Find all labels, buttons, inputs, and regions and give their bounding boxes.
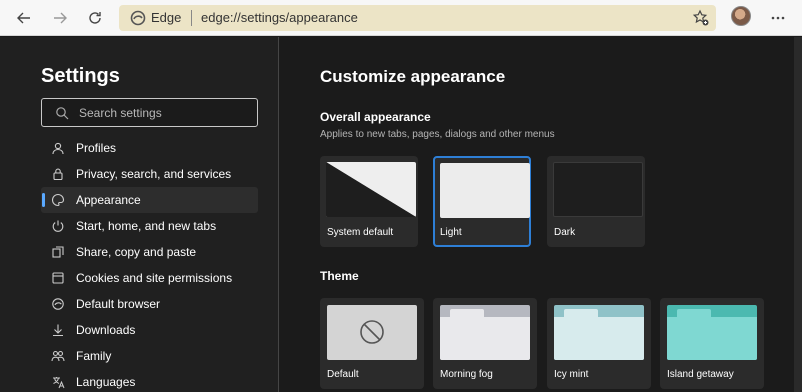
more-button[interactable] (764, 4, 792, 32)
option-label: Icy mint (554, 369, 589, 380)
settings-title: Settings (41, 65, 120, 87)
folder-body (667, 317, 757, 360)
settings-sidebar: Settings Search settings Profiles Privac… (0, 37, 279, 392)
folder-body (554, 317, 644, 360)
sidebar-item-default-browser[interactable]: Default browser (41, 291, 258, 317)
folder-tab (450, 309, 484, 317)
forward-arrow-icon (54, 12, 67, 24)
main-content: Customize appearance Overall appearance … (280, 37, 794, 392)
appearance-option-light[interactable]: Light (433, 156, 531, 247)
url-text[interactable]: edge://settings/appearance (201, 10, 358, 25)
download-icon (53, 324, 63, 337)
refresh-button[interactable] (81, 4, 109, 32)
option-label: Light (440, 227, 462, 238)
profile-avatar[interactable] (731, 6, 751, 26)
sidebar-item-label: Languages (76, 375, 136, 389)
dark-preview (553, 162, 643, 217)
folder-tab (564, 309, 598, 317)
browser-name: Edge (151, 10, 182, 25)
palette-icon (52, 193, 65, 207)
back-button[interactable] (10, 4, 38, 32)
sidebar-item-profiles[interactable]: Profiles (41, 135, 258, 161)
address-divider (191, 10, 192, 26)
sidebar-item-label: Appearance (76, 193, 141, 207)
system-default-preview-graphic (326, 162, 416, 217)
back-arrow-icon (17, 12, 30, 24)
sidebar-item-label: Downloads (76, 323, 136, 337)
search-icon (56, 107, 69, 120)
power-icon (52, 220, 64, 232)
system-default-preview (326, 162, 416, 217)
option-label: Default (327, 369, 359, 380)
sidebar-item-downloads[interactable]: Downloads (41, 317, 258, 343)
browser-icon (52, 298, 64, 310)
sidebar-item-cookies[interactable]: Cookies and site permissions (41, 265, 258, 291)
sidebar-item-family[interactable]: Family (41, 343, 258, 369)
profile-icon (52, 142, 64, 155)
morning-fog-preview (440, 305, 530, 360)
default-theme-preview (327, 305, 417, 360)
refresh-icon (89, 12, 101, 24)
language-icon (53, 377, 65, 389)
folder-body (440, 317, 530, 360)
light-preview (440, 163, 530, 218)
theme-option-icy-mint[interactable]: Icy mint (547, 298, 651, 389)
sidebar-item-label: Cookies and site permissions (76, 271, 233, 285)
cookie-icon (52, 272, 64, 284)
option-label: System default (327, 227, 394, 238)
theme-option-morning-fog[interactable]: Morning fog (433, 298, 537, 389)
option-label: Dark (554, 227, 576, 238)
page-title: Customize appearance (320, 67, 506, 86)
option-label: Morning fog (440, 369, 493, 380)
option-label: Island getaway (667, 369, 734, 380)
share-icon (52, 246, 64, 258)
sidebar-item-languages[interactable]: Languages (41, 369, 258, 392)
sidebar-item-privacy[interactable]: Privacy, search, and services (41, 161, 258, 187)
page-scrollbar[interactable] (794, 37, 802, 392)
sidebar-item-label: Privacy, search, and services (76, 167, 232, 181)
address-bar[interactable]: Edge edge://settings/appearance (119, 5, 716, 31)
sidebar-item-label: Profiles (76, 141, 117, 155)
edge-logo-icon (130, 10, 146, 26)
island-getaway-preview (667, 305, 757, 360)
browser-toolbar: Edge edge://settings/appearance (0, 0, 802, 36)
sidebar-item-share-copy[interactable]: Share, copy and paste (41, 239, 258, 265)
sidebar-item-appearance[interactable]: Appearance (41, 187, 258, 213)
forward-button[interactable] (46, 4, 74, 32)
folder-tab (677, 309, 711, 317)
appearance-option-system-default[interactable]: System default (320, 156, 418, 247)
search-placeholder: Search settings (79, 106, 162, 120)
sidebar-item-label: Start, home, and new tabs (76, 219, 217, 233)
overall-appearance-heading: Overall appearance (320, 110, 431, 124)
search-settings-input[interactable]: Search settings (41, 98, 258, 127)
theme-option-island-getaway[interactable]: Island getaway (660, 298, 764, 389)
appearance-option-dark[interactable]: Dark (547, 156, 645, 247)
sidebar-item-start-home[interactable]: Start, home, and new tabs (41, 213, 258, 239)
theme-option-default[interactable]: Default (320, 298, 424, 389)
family-icon (51, 350, 65, 362)
theme-heading: Theme (320, 269, 359, 283)
overall-appearance-subtitle: Applies to new tabs, pages, dialogs and … (320, 129, 555, 140)
icy-mint-preview (554, 305, 644, 360)
sidebar-item-label: Share, copy and paste (76, 245, 197, 259)
add-favorite-icon[interactable] (692, 9, 710, 27)
no-theme-icon (360, 320, 384, 344)
more-dots-icon (771, 16, 785, 20)
sidebar-item-label: Default browser (76, 297, 161, 311)
sidebar-item-label: Family (76, 349, 112, 363)
lock-icon (53, 168, 63, 181)
